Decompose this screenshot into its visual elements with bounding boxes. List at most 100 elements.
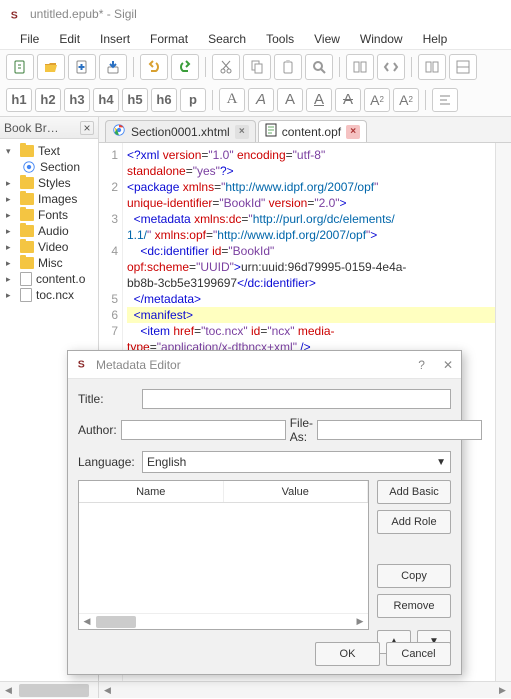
folder-icon: [20, 225, 34, 237]
align-button[interactable]: [432, 88, 458, 112]
tree-item[interactable]: ▸Images: [2, 191, 96, 207]
help-icon[interactable]: ?: [418, 358, 425, 372]
scroll-left-icon[interactable]: ◀: [99, 682, 116, 699]
h5-button[interactable]: h5: [122, 88, 148, 112]
title-label: Title:: [78, 392, 138, 406]
menu-edit[interactable]: Edit: [51, 30, 88, 48]
scroll-right-icon[interactable]: ▶: [494, 682, 511, 699]
split-button[interactable]: [418, 54, 446, 80]
tree-item[interactable]: ▸Audio: [2, 223, 96, 239]
style-a-button[interactable]: A: [219, 88, 245, 112]
copy-button[interactable]: Copy: [377, 564, 451, 588]
paste-button[interactable]: [274, 54, 302, 80]
fileas-input[interactable]: [317, 420, 482, 440]
save-button[interactable]: [99, 54, 127, 80]
strike-button[interactable]: A: [335, 88, 361, 112]
tab-close-icon[interactable]: ×: [346, 125, 360, 139]
undo-button[interactable]: [140, 54, 168, 80]
menu-tools[interactable]: Tools: [258, 30, 302, 48]
scroll-thumb[interactable]: [19, 684, 89, 697]
menu-help[interactable]: Help: [415, 30, 456, 48]
code-view-button[interactable]: [377, 54, 405, 80]
tree-item[interactable]: ▸Video: [2, 239, 96, 255]
tree-label: toc.ncx: [36, 288, 74, 302]
find-button[interactable]: [305, 54, 333, 80]
redo-button[interactable]: [171, 54, 199, 80]
dialog-title: Metadata Editor: [96, 358, 181, 372]
remove-button[interactable]: Remove: [377, 594, 451, 618]
tree-label: Images: [38, 192, 77, 206]
chevron-down-icon: ▼: [436, 457, 446, 468]
menu-window[interactable]: Window: [352, 30, 411, 48]
menu-file[interactable]: File: [12, 30, 47, 48]
menu-search[interactable]: Search: [200, 30, 254, 48]
tab-section[interactable]: Section0001.xhtml ×: [105, 120, 256, 142]
chrome-icon: [22, 160, 36, 174]
close-icon[interactable]: ✕: [443, 358, 453, 372]
add-basic-button[interactable]: Add Basic: [377, 480, 451, 504]
sidebar-close-icon[interactable]: ×: [80, 121, 94, 135]
file-icon: [20, 272, 32, 286]
tree-label: Misc: [38, 256, 63, 270]
file-icon: [20, 288, 32, 302]
scroll-left-icon[interactable]: ◀: [79, 616, 95, 627]
tab-close-icon[interactable]: ×: [235, 125, 249, 139]
tree-item[interactable]: ▾Text: [2, 143, 96, 159]
title-input[interactable]: [142, 389, 451, 409]
editor-tabs: Section0001.xhtml × content.opf ×: [99, 117, 511, 143]
h2-button[interactable]: h2: [35, 88, 61, 112]
h1-button[interactable]: h1: [6, 88, 32, 112]
folder-icon: [20, 209, 34, 221]
underline-button[interactable]: A: [306, 88, 332, 112]
tree-label: Video: [38, 240, 68, 254]
tree-item[interactable]: ▸Misc: [2, 255, 96, 271]
svg-text:S: S: [11, 9, 18, 21]
style-a3-button[interactable]: A: [277, 88, 303, 112]
ok-button[interactable]: OK: [315, 642, 380, 666]
book-view-button[interactable]: [346, 54, 374, 80]
metadata-editor-dialog: S Metadata Editor ? ✕ Title: Author: Fil…: [67, 350, 462, 675]
scroll-right-icon[interactable]: ▶: [352, 616, 368, 627]
new-button[interactable]: [6, 54, 34, 80]
tree-label: Audio: [38, 224, 69, 238]
tab-content-opf[interactable]: content.opf ×: [258, 120, 367, 142]
cut-button[interactable]: [212, 54, 240, 80]
p-button[interactable]: p: [180, 88, 206, 112]
tree-item[interactable]: ▸Styles: [2, 175, 96, 191]
open-button[interactable]: [37, 54, 65, 80]
editor-vscroll[interactable]: [495, 143, 511, 681]
menu-format[interactable]: Format: [142, 30, 196, 48]
col-name[interactable]: Name: [79, 481, 224, 502]
copy-button[interactable]: [243, 54, 271, 80]
scroll-thumb[interactable]: [96, 616, 136, 628]
add-button[interactable]: [68, 54, 96, 80]
tree-item[interactable]: ▸Fonts: [2, 207, 96, 223]
tab-label: Section0001.xhtml: [131, 125, 230, 139]
superscript-button[interactable]: A2: [393, 88, 419, 112]
tree-item[interactable]: ▸toc.ncx: [2, 287, 96, 303]
style-a2-button[interactable]: A: [248, 88, 274, 112]
menu-view[interactable]: View: [306, 30, 348, 48]
folder-icon: [20, 177, 34, 189]
subscript-button[interactable]: A2: [364, 88, 390, 112]
cancel-button[interactable]: Cancel: [386, 642, 451, 666]
h6-button[interactable]: h6: [151, 88, 177, 112]
menu-insert[interactable]: Insert: [92, 30, 138, 48]
author-input[interactable]: [121, 420, 286, 440]
add-role-button[interactable]: Add Role: [377, 510, 451, 534]
language-select[interactable]: English ▼: [142, 451, 451, 473]
more-button[interactable]: [449, 54, 477, 80]
col-value[interactable]: Value: [224, 481, 369, 502]
folder-icon: [20, 257, 34, 269]
h4-button[interactable]: h4: [93, 88, 119, 112]
fileas-label: File-As:: [290, 416, 313, 444]
h3-button[interactable]: h3: [64, 88, 90, 112]
tab-label: content.opf: [282, 125, 341, 139]
tree-item[interactable]: Section: [2, 159, 96, 175]
menubar: File Edit Insert Format Search Tools Vie…: [0, 28, 511, 50]
folder-icon: [20, 193, 34, 205]
metadata-list[interactable]: Name Value ◀ ▶: [78, 480, 369, 630]
tree-item[interactable]: ▸content.o: [2, 271, 96, 287]
language-value: English: [147, 455, 186, 469]
scroll-left-icon[interactable]: ◀: [0, 682, 17, 699]
